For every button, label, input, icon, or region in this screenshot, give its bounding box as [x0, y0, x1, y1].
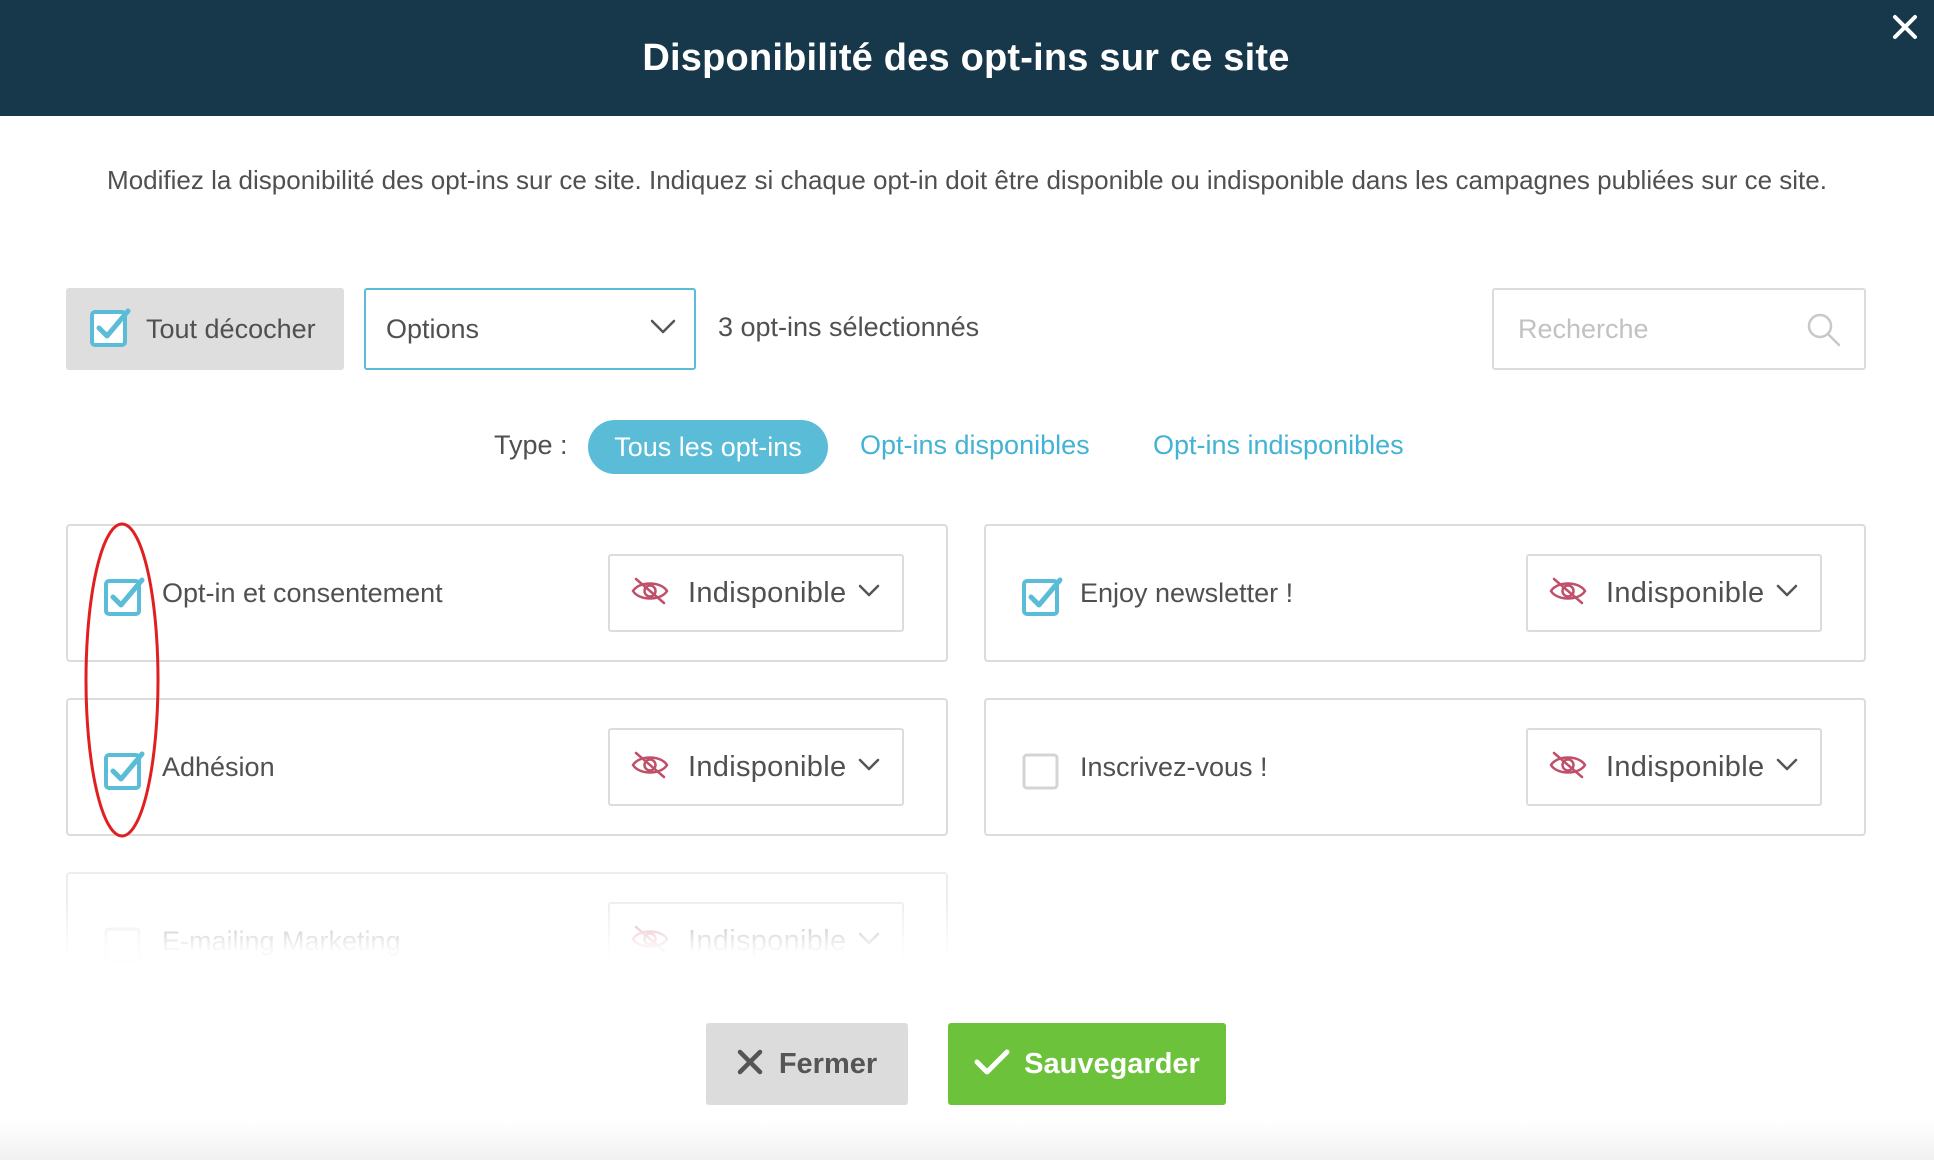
chevron-down-icon: [1776, 584, 1798, 603]
modal-header: Disponibilité des opt-ins sur ce site: [0, 0, 1934, 116]
availability-dropdown[interactable]: Indisponible: [1526, 554, 1822, 632]
search-field[interactable]: [1492, 288, 1866, 370]
optin-card: Inscrivez-vous ! Indisponible: [984, 698, 1866, 836]
save-button-label: Sauvegarder: [1024, 1047, 1200, 1080]
optin-card: Adhésion Indisponible: [66, 698, 948, 836]
eye-slash-icon: [630, 923, 670, 960]
search-input[interactable]: [1518, 313, 1808, 345]
tab-all-optins[interactable]: Tous les opt-ins: [588, 420, 828, 474]
eye-slash-icon: [1548, 575, 1588, 612]
optin-list: Opt-in et consentement Indisponible Enjo…: [0, 520, 1934, 968]
availability-value: Indisponible: [688, 924, 847, 957]
checkbox-checked-icon: [90, 307, 132, 352]
eye-slash-icon: [630, 575, 670, 612]
bottom-edge: [0, 1120, 1934, 1160]
modal-footer: Fermer Sauvegarder: [0, 1023, 1934, 1105]
chevron-down-icon: [858, 932, 880, 951]
close-button-label: Fermer: [778, 1047, 878, 1080]
tab-available-optins[interactable]: Opt-ins disponibles: [860, 430, 1090, 461]
toolbar: Tout décocher Options 3 opt-ins sélectio…: [66, 288, 1866, 370]
chevron-down-icon: [1776, 758, 1798, 777]
optin-card: Enjoy newsletter ! Indisponible: [984, 524, 1866, 662]
chevron-down-icon: [650, 319, 676, 340]
optin-name: Opt-in et consentement: [162, 578, 443, 608]
chevron-down-icon: [858, 758, 880, 777]
selected-count: 3 opt-ins sélectionnés: [718, 312, 980, 342]
chevron-down-icon: [858, 584, 880, 603]
optin-name: E-mailing Marketing: [162, 926, 401, 956]
close-icon: [737, 1049, 763, 1080]
options-dropdown-label: Options: [386, 313, 480, 344]
optin-name: Inscrivez-vous !: [1080, 752, 1268, 782]
type-label: Type :: [494, 430, 568, 460]
availability-dropdown[interactable]: Indisponible: [608, 554, 904, 632]
eye-slash-icon: [1548, 749, 1588, 786]
close-icon[interactable]: [1886, 8, 1924, 46]
optin-name: Enjoy newsletter !: [1080, 578, 1294, 608]
optin-name: Adhésion: [162, 752, 275, 782]
optin-card: Opt-in et consentement Indisponible: [66, 524, 948, 662]
options-dropdown[interactable]: Options: [364, 288, 696, 370]
availability-dropdown[interactable]: Indisponible: [608, 728, 904, 806]
uncheck-all-label: Tout décocher: [146, 313, 316, 344]
availability-dropdown[interactable]: Indisponible: [1526, 728, 1822, 806]
checkbox-unchecked-icon[interactable]: [104, 924, 148, 968]
search-icon[interactable]: [1806, 312, 1842, 353]
save-button[interactable]: Sauvegarder: [948, 1023, 1226, 1105]
checkbox-checked-icon[interactable]: [104, 576, 148, 621]
checkbox-checked-icon[interactable]: [1022, 576, 1066, 621]
uncheck-all-button[interactable]: Tout décocher: [66, 288, 344, 370]
checkmark-icon: [974, 1048, 1010, 1081]
eye-slash-icon: [630, 749, 670, 786]
optin-card: E-mailing Marketing Indisponible: [66, 872, 948, 968]
availability-value: Indisponible: [688, 750, 847, 783]
availability-value: Indisponible: [1606, 750, 1765, 783]
tab-unavailable-optins[interactable]: Opt-ins indisponibles: [1153, 430, 1404, 461]
checkbox-checked-icon[interactable]: [104, 750, 148, 795]
type-filter: Type : Tous les opt-ins Opt-ins disponib…: [0, 420, 1934, 474]
availability-value: Indisponible: [1606, 576, 1765, 609]
intro-text: Modifiez la disponibilité des opt-ins su…: [107, 165, 1827, 195]
modal-title: Disponibilité des opt-ins sur ce site: [642, 36, 1290, 79]
checkbox-unchecked-icon[interactable]: [1022, 750, 1066, 795]
close-button[interactable]: Fermer: [706, 1023, 908, 1105]
availability-dropdown[interactable]: Indisponible: [608, 902, 904, 968]
availability-value: Indisponible: [688, 576, 847, 609]
